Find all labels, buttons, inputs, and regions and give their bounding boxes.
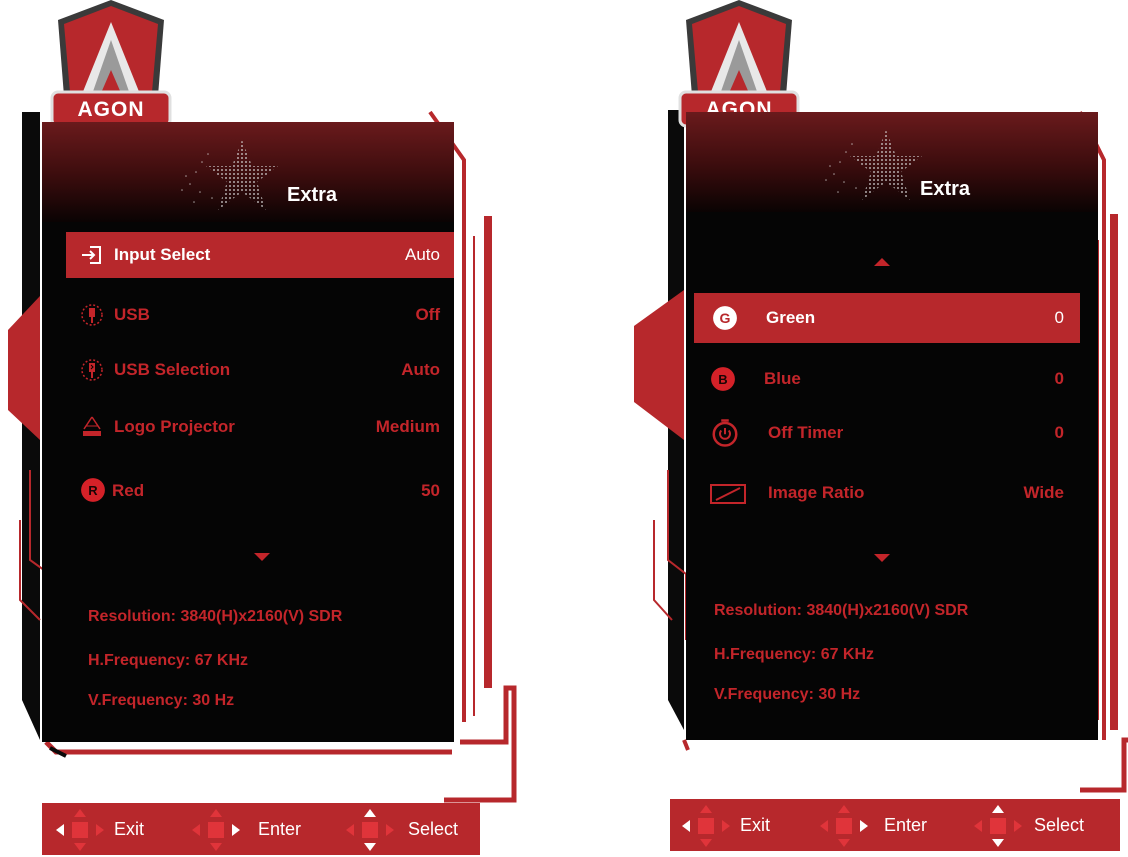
agon-logo-text: AGON	[77, 98, 145, 121]
dpad-left-icon	[682, 805, 730, 847]
menu-item-value: Auto	[401, 360, 440, 379]
menu-item-label: Logo Projector	[114, 417, 235, 436]
scroll-down-arrow[interactable]	[874, 554, 890, 562]
menu-item-value: 50	[421, 481, 440, 500]
svg-text:R: R	[88, 483, 98, 498]
star-icon	[825, 130, 922, 200]
enter-label: Enter	[258, 819, 302, 839]
menu-item-value: Off	[415, 305, 440, 324]
resolution-info: Resolution: 3840(H)x2160(V) SDR	[88, 608, 343, 625]
dpad-right-icon	[192, 809, 240, 851]
blue-icon: B	[711, 367, 735, 391]
menu-item-value: 0	[1054, 308, 1064, 327]
h-frequency-info: H.Frequency: 67 KHz	[714, 646, 875, 663]
select-label: Select	[1034, 815, 1085, 835]
scroll-up-arrow[interactable]	[874, 258, 890, 266]
menu-item-value: Wide	[1023, 483, 1064, 502]
menu-item-red[interactable]: R Red 50	[66, 468, 454, 514]
red-icon: R	[81, 478, 105, 502]
dpad-updown-icon	[974, 805, 1022, 847]
osd-panel-left: AGON Extra Input Select Auto USB Off USB…	[0, 0, 530, 857]
v-frequency-info: V.Frequency: 30 Hz	[714, 686, 861, 703]
menu-item-logo-projector[interactable]: Logo Projector Medium	[66, 404, 454, 450]
osd-panel-right: AGON Extra G Green 0 B Blue 0 Off Timer …	[628, 0, 1128, 857]
off-timer-icon	[712, 419, 738, 447]
exit-label: Exit	[740, 815, 771, 835]
menu-item-label: Image Ratio	[768, 483, 865, 502]
v-frequency-info: V.Frequency: 30 Hz	[88, 692, 235, 709]
input-select-icon	[82, 246, 101, 264]
menu-item-label: Input Select	[114, 245, 211, 264]
menu-item-label: Blue	[764, 369, 801, 388]
menu-item-value: 0	[1054, 423, 1064, 442]
osd-content-panel: Extra Input Select Auto USB Off USB Sele…	[42, 122, 454, 742]
menu-item-image-ratio[interactable]: Image Ratio Wide	[694, 470, 1080, 516]
svg-text:B: B	[718, 372, 727, 387]
page-title: Extra	[920, 178, 971, 200]
dpad-updown-icon	[346, 809, 394, 851]
image-ratio-icon	[710, 484, 746, 504]
menu-item-label: Off Timer	[768, 423, 844, 442]
select-label: Select	[408, 819, 459, 839]
h-frequency-info: H.Frequency: 67 KHz	[88, 652, 249, 669]
key-guide-bar: Exit Enter Select	[42, 803, 480, 855]
menu-item-blue[interactable]: B Blue 0	[694, 356, 1080, 402]
resolution-info: Resolution: 3840(H)x2160(V) SDR	[714, 602, 969, 619]
exit-label: Exit	[114, 819, 145, 839]
usb-selection-icon	[81, 359, 103, 381]
menu-item-label: Green	[766, 308, 816, 327]
dpad-left-icon	[56, 809, 104, 851]
enter-label: Enter	[884, 815, 928, 835]
page-title: Extra	[287, 184, 338, 206]
usb-icon	[81, 304, 103, 326]
menu-item-usb-selection[interactable]: USB Selection Auto	[66, 347, 454, 393]
menu-item-value: 0	[1054, 369, 1064, 388]
key-guide-bar: Exit Enter Select	[670, 799, 1120, 851]
menu-item-green[interactable]: G Green 0	[694, 293, 1080, 343]
menu-item-value: Medium	[375, 417, 440, 436]
menu-item-label: USB	[114, 305, 150, 324]
menu-item-input-select[interactable]: Input Select Auto	[66, 232, 454, 278]
menu-item-label: Red	[112, 481, 145, 500]
menu-item-value: Auto	[405, 245, 440, 264]
dpad-right-icon	[820, 805, 868, 847]
osd-content-panel: Extra G Green 0 B Blue 0 Off Timer 0 Ima…	[686, 112, 1098, 740]
logo-projector-icon	[83, 416, 101, 436]
menu-item-off-timer[interactable]: Off Timer 0	[694, 410, 1080, 456]
star-icon	[181, 140, 278, 210]
menu-item-label: USB Selection	[114, 360, 231, 379]
svg-text:G: G	[720, 310, 731, 326]
scroll-down-arrow[interactable]	[254, 553, 270, 561]
menu-item-usb[interactable]: USB Off	[66, 292, 454, 338]
green-icon: G	[713, 306, 737, 330]
